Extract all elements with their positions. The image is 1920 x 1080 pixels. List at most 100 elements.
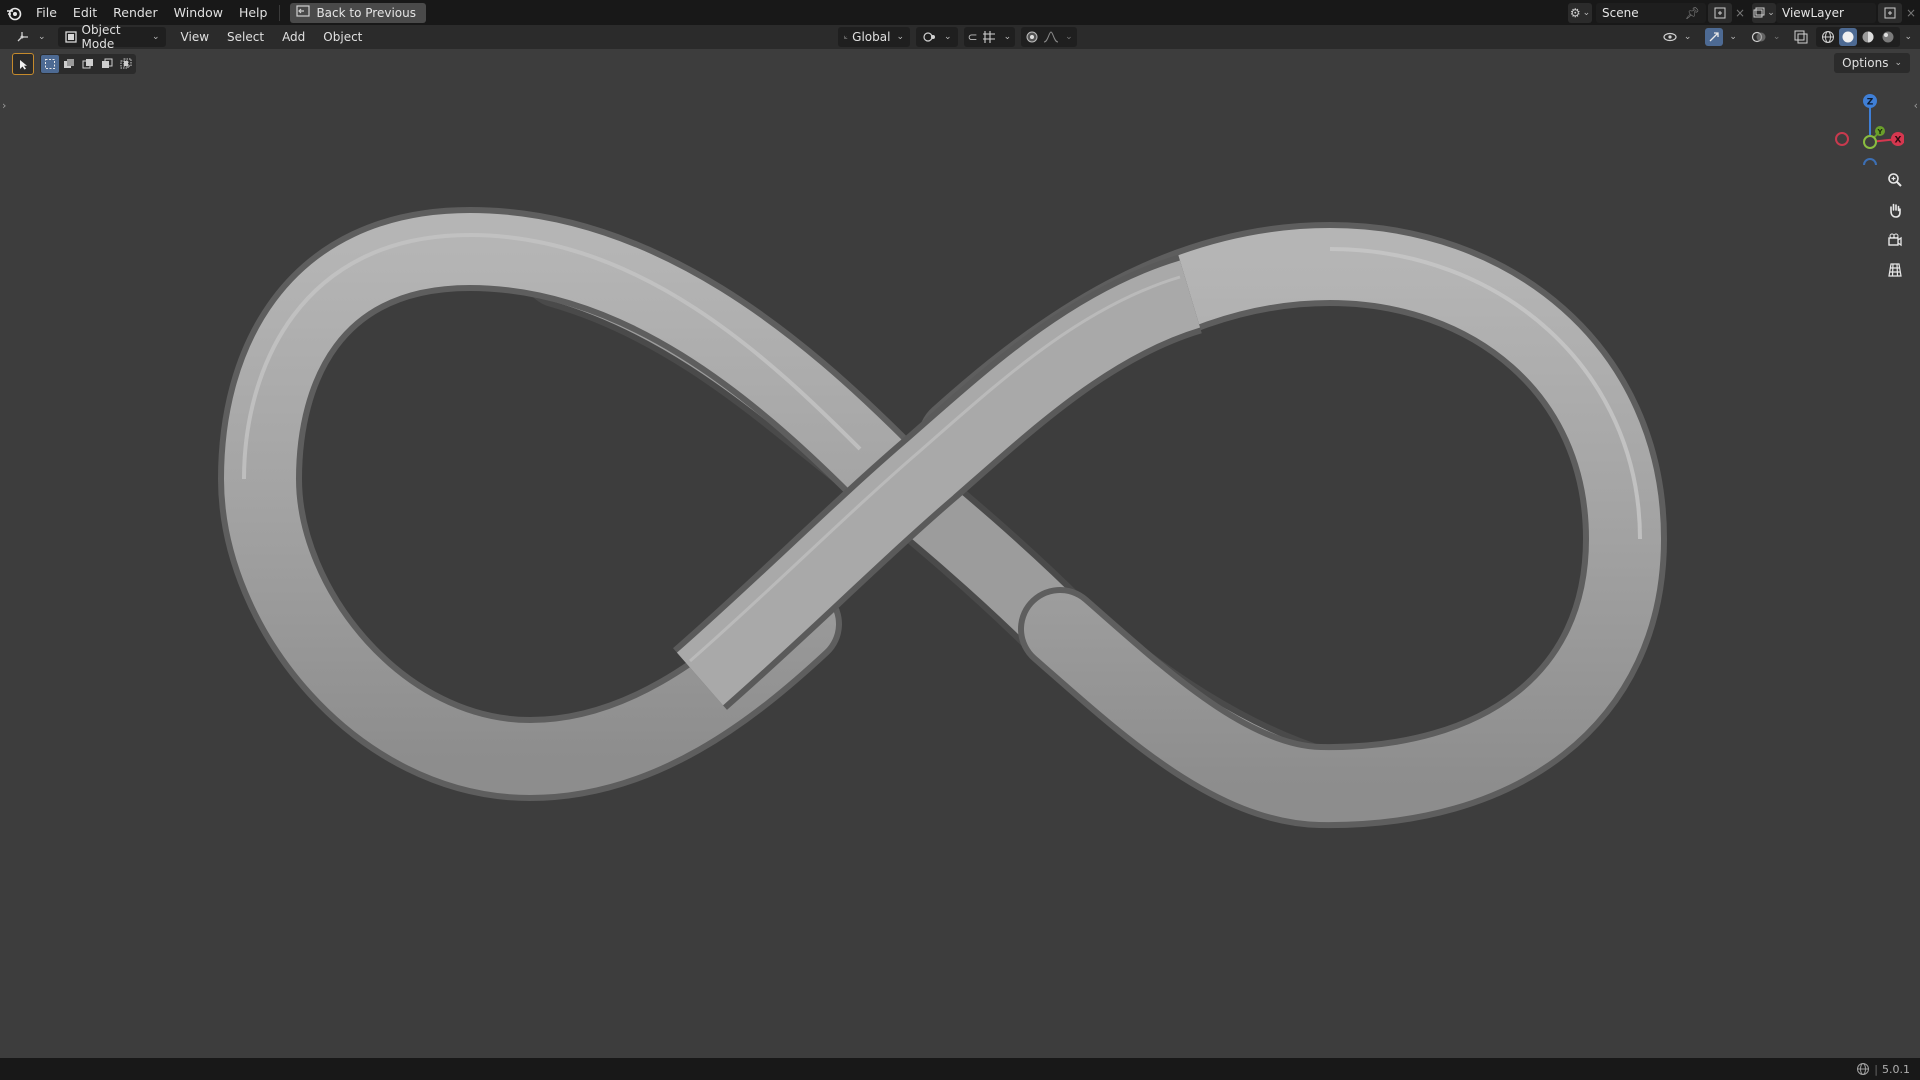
menu-file[interactable]: File xyxy=(28,2,65,24)
new-view-layer-button[interactable] xyxy=(1878,2,1902,23)
gizmo-icon xyxy=(1705,28,1724,46)
blender-logo-icon[interactable] xyxy=(0,0,28,25)
sidebar-expand-icon[interactable]: ‹ xyxy=(1914,99,1918,112)
menu-add[interactable]: Add xyxy=(273,27,314,47)
rendered-shading-icon[interactable] xyxy=(1879,28,1897,46)
proportional-edit-icon[interactable] xyxy=(1025,30,1039,44)
scene-selector-button[interactable]: ⚙ ⌄ xyxy=(1568,2,1592,23)
chevron-down-icon: ⌄ xyxy=(1767,7,1775,18)
menu-help[interactable]: Help xyxy=(231,2,276,24)
wireframe-shading-icon[interactable] xyxy=(1819,28,1837,46)
layers-icon xyxy=(1753,7,1765,17)
proportional-edit-controls: ⌄ xyxy=(1021,27,1077,47)
shading-options-chevron-icon[interactable]: ⌄ xyxy=(1904,32,1912,42)
orientation-label: Global xyxy=(852,30,891,44)
chevron-down-icon[interactable]: ⌄ xyxy=(1004,32,1012,42)
menu-view[interactable]: View xyxy=(172,27,218,47)
back-to-previous-label: Back to Previous xyxy=(316,5,416,20)
select-new-icon[interactable] xyxy=(41,55,59,73)
select-invert-icon[interactable] xyxy=(98,55,116,73)
network-icon[interactable] xyxy=(1856,1062,1870,1076)
workspace-controls: ⚙ ⌄ Scene 📌︎ × ⌄ ViewLayer × xyxy=(1568,0,1920,25)
camera-view-button[interactable] xyxy=(1882,227,1908,253)
visibility-selector[interactable]: ⌄ xyxy=(1656,27,1698,47)
eye-icon xyxy=(1663,32,1677,42)
copy-icon xyxy=(1714,7,1726,18)
scene-name: Scene xyxy=(1602,5,1639,20)
menu-render[interactable]: Render xyxy=(105,2,166,24)
select-subtract-icon[interactable] xyxy=(79,55,97,73)
solid-shading-icon[interactable] xyxy=(1839,28,1858,46)
version-label: 5.0.1 xyxy=(1882,1062,1910,1076)
back-to-previous-button[interactable]: Back to Previous xyxy=(290,2,426,23)
menu-object[interactable]: Object xyxy=(314,27,371,47)
view-layer-selector-button[interactable]: ⌄ xyxy=(1752,2,1776,23)
zoom-button[interactable] xyxy=(1882,167,1908,193)
chevron-down-icon: ⌄ xyxy=(1729,32,1737,42)
select-intersect-icon[interactable] xyxy=(117,55,135,73)
3d-viewport-icon xyxy=(17,32,28,42)
magnet-icon[interactable]: ⊂ xyxy=(968,30,978,44)
gizmo-toggle[interactable]: ⌄ xyxy=(1699,27,1743,47)
chevron-down-icon: ⌄ xyxy=(1582,7,1591,18)
chevron-down-icon: ⌄ xyxy=(944,32,952,42)
z-neg-axis-icon[interactable] xyxy=(1863,158,1877,165)
mode-selector[interactable]: Object Mode ⌄ xyxy=(57,23,166,51)
divider xyxy=(279,4,281,21)
zoom-icon xyxy=(1888,173,1902,187)
select-extend-icon[interactable] xyxy=(60,55,78,73)
chevron-down-icon: ⌄ xyxy=(1894,58,1902,68)
orientation-selector[interactable]: Global ⌄ xyxy=(838,27,910,47)
y-neg-axis-icon[interactable] xyxy=(1863,135,1877,149)
chevron-down-icon[interactable]: ⌄ xyxy=(1065,32,1073,42)
navigation-gizmo[interactable]: Z X Y xyxy=(1834,85,1904,165)
selection-mode-group xyxy=(40,54,136,74)
editor-type-button[interactable]: ⌄ xyxy=(10,27,52,47)
object-mode-icon xyxy=(64,31,77,43)
chevron-down-icon: ⌄ xyxy=(1772,32,1781,42)
xray-toggle[interactable] xyxy=(1788,27,1814,47)
snap-controls: ⊂ ⌄ xyxy=(963,27,1016,47)
select-tool-button[interactable] xyxy=(12,53,34,75)
snap-increment-icon[interactable] xyxy=(982,30,998,44)
overlays-toggle[interactable]: ⌄ xyxy=(1745,27,1787,47)
projection-toggle-button[interactable] xyxy=(1882,257,1908,283)
pan-button[interactable] xyxy=(1882,197,1908,223)
remove-scene-icon[interactable]: × xyxy=(1732,6,1748,20)
copy-icon xyxy=(1884,7,1896,18)
toolbar-expand-icon[interactable]: › xyxy=(2,99,6,112)
y-axis-label: Y xyxy=(1876,128,1883,136)
shading-mode-group xyxy=(1816,27,1901,47)
back-icon xyxy=(296,5,311,20)
material-shading-icon[interactable] xyxy=(1859,28,1877,46)
chevron-down-icon: ⌄ xyxy=(152,32,160,42)
pivot-icon xyxy=(923,32,935,42)
transform-controls: Global ⌄ ⌄ ⊂ ⌄ ⌄ xyxy=(838,27,1077,47)
x-neg-axis-icon[interactable] xyxy=(1835,132,1849,146)
options-dropdown[interactable]: Options ⌄ xyxy=(1834,53,1910,73)
menu-select[interactable]: Select xyxy=(218,27,273,47)
hand-icon xyxy=(1890,203,1901,218)
options-label: Options xyxy=(1842,56,1889,70)
viewport-header: ⌄ Object Mode ⌄ View Select Add Object G… xyxy=(0,23,1920,51)
status-bar: | 5.0.1 xyxy=(0,1058,1920,1080)
pin-icon[interactable]: 📌︎ xyxy=(1685,6,1700,20)
menu-edit[interactable]: Edit xyxy=(65,2,105,24)
scene-name-field[interactable]: Scene 📌︎ xyxy=(1596,2,1706,23)
falloff-icon[interactable] xyxy=(1043,30,1059,44)
infinity-mesh[interactable] xyxy=(0,49,1920,1058)
pivot-point-selector[interactable]: ⌄ xyxy=(916,27,958,47)
z-axis-label: Z xyxy=(1867,98,1874,108)
remove-view-layer-icon[interactable]: × xyxy=(1902,6,1920,20)
mode-label: Object Mode xyxy=(81,23,121,51)
chevron-down-icon: ⌄ xyxy=(896,32,904,42)
orientation-icon xyxy=(844,35,848,39)
top-bar: File Edit Render Window Help Back to Pre… xyxy=(0,0,1920,25)
view-layer-name-field[interactable]: ViewLayer xyxy=(1776,2,1876,23)
3d-viewport[interactable]: Options ⌄ › ‹ Z X Y xyxy=(0,49,1920,1058)
cursor-icon xyxy=(20,60,27,70)
chevron-down-icon: ⌄ xyxy=(38,32,46,42)
status-separator: | xyxy=(1874,1062,1878,1076)
menu-window[interactable]: Window xyxy=(166,2,231,24)
new-scene-button[interactable] xyxy=(1708,2,1732,23)
